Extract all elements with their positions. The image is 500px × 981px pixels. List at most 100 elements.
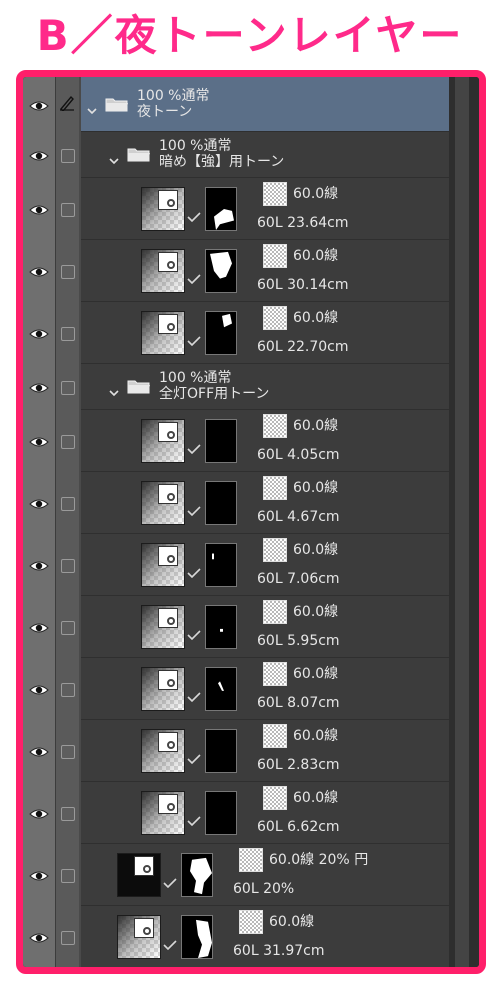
tone-detail: 60L 20% — [233, 881, 295, 897]
layer-mask-thumbnail[interactable] — [205, 311, 237, 355]
layer-mask-thumbnail[interactable] — [205, 605, 237, 649]
checkmark-icon[interactable] — [187, 439, 201, 455]
draft-checkbox[interactable] — [61, 745, 75, 759]
checkmark-icon[interactable] — [187, 269, 201, 285]
eye-icon[interactable] — [29, 744, 49, 758]
layer-mask-thumbnail[interactable] — [205, 791, 237, 835]
layer-content: 60.0線 60L 4.67cm — [81, 472, 449, 534]
checkmark-icon[interactable] — [187, 207, 201, 223]
eye-icon[interactable] — [29, 868, 49, 882]
draft-checkbox[interactable] — [61, 381, 75, 395]
checkmark-icon[interactable] — [187, 331, 201, 347]
tone-pattern-icon — [263, 182, 287, 206]
layer-row[interactable]: 60.0線 60L 7.06cm — [23, 534, 449, 596]
tone-setting: 60.0線 — [269, 914, 315, 930]
tone-setting: 60.0線 20% 円 — [269, 852, 369, 868]
draft-checkbox[interactable] — [61, 807, 75, 821]
layer-mask-thumbnail[interactable] — [205, 481, 237, 525]
draft-checkbox[interactable] — [61, 435, 75, 449]
checkmark-icon[interactable] — [187, 563, 201, 579]
scrollbar-thumb[interactable] — [455, 77, 469, 967]
layer-content: 60.0線 60L 23.64cm — [81, 178, 449, 240]
layer-content: 60.0線 60L 5.95cm — [81, 596, 449, 658]
layer-mask-thumbnail[interactable] — [205, 543, 237, 587]
chevron-down-icon[interactable] — [109, 383, 119, 397]
draft-checkbox[interactable] — [61, 621, 75, 635]
layer-row[interactable]: 60.0線 60L 30.14cm — [23, 240, 449, 302]
tone-pattern-icon — [263, 306, 287, 330]
checkmark-icon[interactable] — [163, 935, 177, 951]
layer-row[interactable]: 60.0線 60L 5.95cm — [23, 596, 449, 658]
layer-row[interactable]: 60.0線 60L 4.67cm — [23, 472, 449, 534]
layer-content: 100 %通常 全灯OFF用トーン — [81, 364, 449, 410]
tone-setting: 60.0線 — [293, 310, 339, 326]
draft-checkbox[interactable] — [61, 265, 75, 279]
draft-checkbox[interactable] — [61, 683, 75, 697]
draft-checkbox[interactable] — [61, 327, 75, 341]
eye-icon[interactable] — [29, 496, 49, 510]
eye-icon[interactable] — [29, 558, 49, 572]
eye-icon[interactable] — [29, 202, 49, 216]
tone-pattern-icon — [263, 600, 287, 624]
layer-content: 60.0線 60L 6.62cm — [81, 782, 449, 844]
layer-row[interactable]: 60.0線 60L 22.70cm — [23, 302, 449, 364]
checkmark-icon[interactable] — [163, 873, 177, 889]
layer-row[interactable]: 60.0線 60L 2.83cm — [23, 720, 449, 782]
tone-detail: 60L 30.14cm — [257, 277, 349, 293]
root-folder-row[interactable]: 100 %通常 夜トーン — [23, 77, 449, 132]
layer-row[interactable]: 60.0線 60L 23.64cm — [23, 178, 449, 240]
tone-setting: 60.0線 — [293, 542, 339, 558]
eye-icon[interactable] — [29, 930, 49, 944]
layer-row[interactable]: 60.0線 60L 31.97cm — [23, 906, 449, 967]
eye-icon[interactable] — [29, 380, 49, 394]
tone-layer-badge-icon — [158, 546, 178, 566]
layer-mask-thumbnail[interactable] — [205, 249, 237, 293]
layer-row[interactable]: 60.0線 60L 6.62cm — [23, 782, 449, 844]
layer-row[interactable]: 60.0線 60L 4.05cm — [23, 410, 449, 472]
layer-row[interactable]: 60.0線 20% 円 60L 20% — [23, 844, 449, 906]
draft-checkbox[interactable] — [61, 559, 75, 573]
group-folder-row[interactable]: 100 %通常 暗め【強】用トーン — [23, 132, 449, 178]
chevron-down-icon[interactable] — [87, 101, 97, 114]
layer-row[interactable]: 60.0線 60L 8.07cm — [23, 658, 449, 720]
chevron-down-icon[interactable] — [109, 151, 119, 165]
eye-icon[interactable] — [29, 326, 49, 340]
layer-mask-thumbnail[interactable] — [205, 187, 237, 231]
layer-thumbnail — [117, 853, 161, 897]
eye-icon[interactable] — [29, 806, 49, 820]
layer-mask-thumbnail[interactable] — [205, 729, 237, 773]
tone-detail: 60L 4.05cm — [257, 447, 340, 463]
eye-icon[interactable] — [29, 434, 49, 448]
tone-setting: 60.0線 — [293, 248, 339, 264]
layer-thumbnail — [141, 249, 185, 293]
eye-icon[interactable] — [29, 682, 49, 696]
tone-detail: 60L 5.95cm — [257, 633, 340, 649]
checkmark-icon[interactable] — [187, 749, 201, 765]
checkmark-icon[interactable] — [187, 687, 201, 703]
pencil-icon[interactable] — [59, 95, 75, 112]
tone-setting: 60.0線 — [293, 728, 339, 744]
group-folder-row[interactable]: 100 %通常 全灯OFF用トーン — [23, 364, 449, 410]
tone-setting: 60.0線 — [293, 418, 339, 434]
layer-mask-thumbnail[interactable] — [205, 419, 237, 463]
eye-icon[interactable] — [29, 98, 49, 112]
folder-name: 暗め【強】用トーン — [159, 154, 285, 170]
layer-mask-thumbnail[interactable] — [181, 853, 213, 897]
layer-thumbnail — [141, 481, 185, 525]
draft-checkbox[interactable] — [61, 149, 75, 163]
draft-checkbox[interactable] — [61, 497, 75, 511]
tone-detail: 60L 31.97cm — [233, 943, 325, 959]
checkmark-icon[interactable] — [187, 811, 201, 827]
draft-checkbox[interactable] — [61, 931, 75, 945]
eye-icon[interactable] — [29, 148, 49, 162]
eye-icon[interactable] — [29, 620, 49, 634]
checkmark-icon[interactable] — [187, 501, 201, 517]
tone-layer-badge-icon — [134, 918, 154, 938]
checkmark-icon[interactable] — [187, 625, 201, 641]
tone-layer-badge-icon — [158, 794, 178, 814]
layer-mask-thumbnail[interactable] — [181, 915, 213, 959]
draft-checkbox[interactable] — [61, 869, 75, 883]
draft-checkbox[interactable] — [61, 203, 75, 217]
layer-mask-thumbnail[interactable] — [205, 667, 237, 711]
eye-icon[interactable] — [29, 264, 49, 278]
